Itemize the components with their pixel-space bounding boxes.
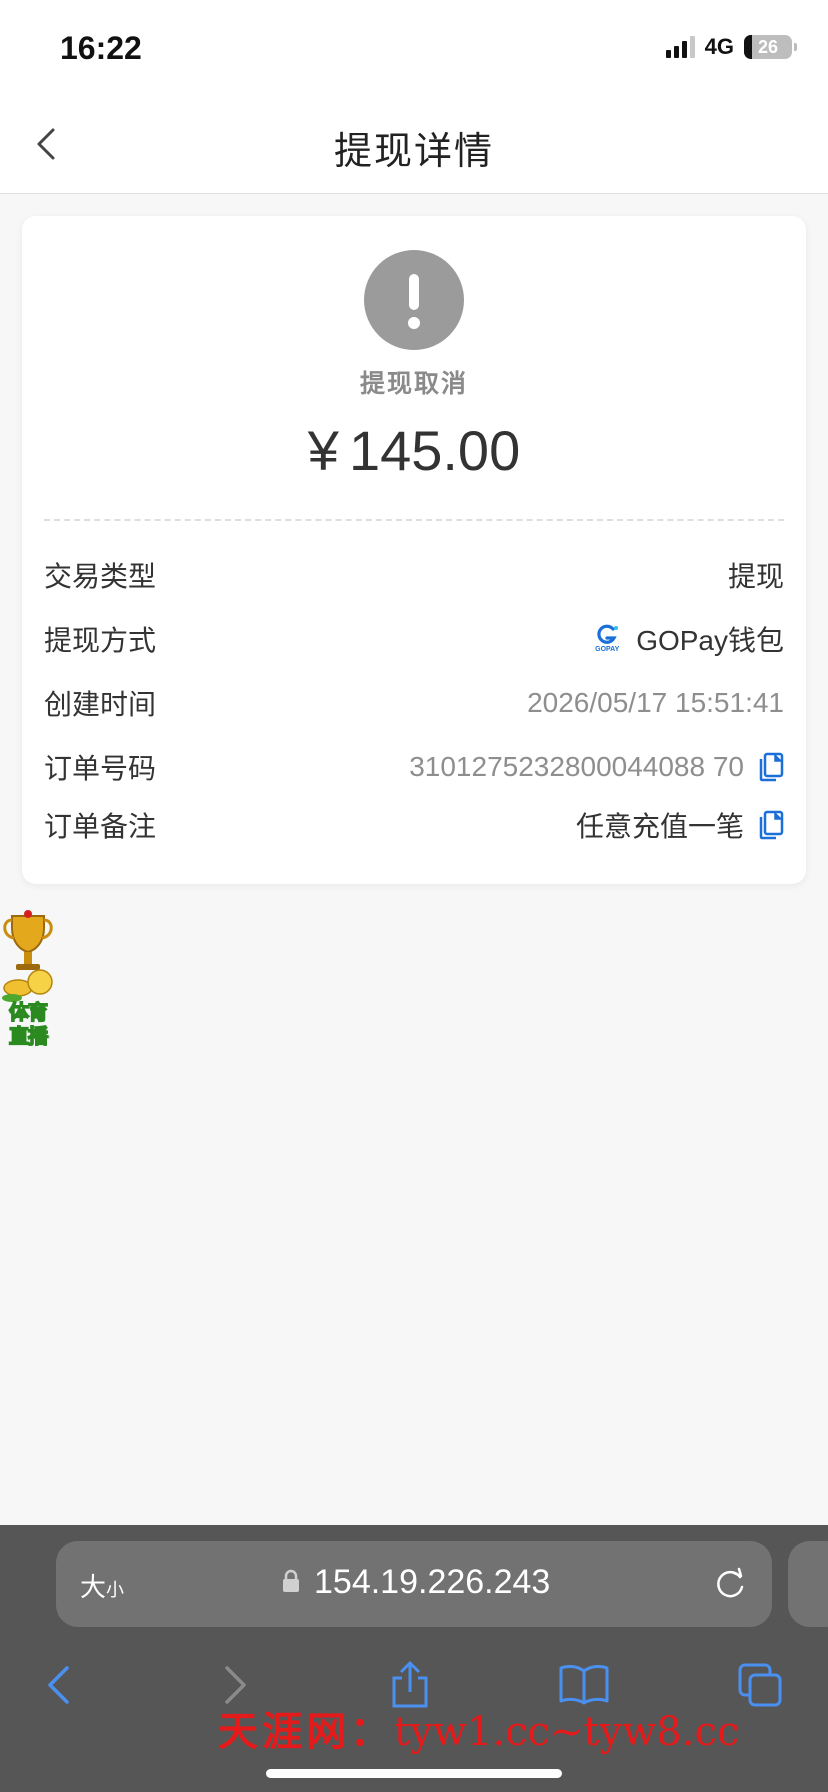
browser-toolbar: 大小 154.19.226.243 天涯网：tyw1.cc~tyw8.cc (0, 1525, 828, 1792)
row-value: 3101275232800044088 70 (409, 751, 784, 783)
gopay-logo-icon: GOPAY (594, 624, 620, 654)
row-value: 提现 (727, 560, 784, 593)
row-transaction-type: 交易类型 提现 (44, 553, 784, 597)
nav-bar: 提现详情 (0, 96, 828, 194)
copy-order-number-button[interactable] (758, 752, 784, 782)
lock-icon (283, 1569, 299, 1592)
tabs-icon (738, 1663, 782, 1707)
trophy-icon (2, 910, 53, 1002)
reload-icon[interactable] (712, 1563, 748, 1603)
copy-icon (759, 810, 784, 840)
row-label: 创建时间 (44, 688, 157, 721)
url-text: 154.19.226.243 (314, 1563, 551, 1601)
home-indicator[interactable] (266, 1769, 562, 1778)
network-label: 4G (704, 34, 734, 59)
row-withdraw-method: 提现方式 GOPAY GOPay钱包 (44, 617, 784, 661)
currency-symbol: ¥ (307, 419, 339, 482)
row-label: 订单备注 (44, 810, 157, 843)
watermark-en: tyw1.cc~tyw8.cc (394, 1709, 740, 1755)
address-bar[interactable]: 大小 154.19.226.243 (56, 1541, 772, 1627)
battery-icon: 26 (744, 35, 797, 59)
status-bar: 16:22 4G 26 (0, 0, 828, 96)
signal-icon (665, 36, 695, 58)
order-number-text: 3101275232800044088 70 (409, 751, 744, 782)
browser-back-button[interactable] (28, 1655, 88, 1715)
row-created-time: 创建时间 2026/05/17 15:51:41 (44, 681, 784, 725)
withdrawal-detail-card: 提现取消 ¥145.00 交易类型 提现 提现方式 GOPAY GOPay钱包 … (22, 216, 806, 884)
row-value: GOPAY GOPay钱包 (594, 619, 784, 659)
back-arrow-icon (48, 1666, 69, 1704)
text-size-big: 大 (80, 1573, 107, 1603)
amount: ¥145.00 (22, 418, 806, 483)
row-order-note: 订单备注 任意充值一笔 (44, 803, 784, 847)
row-label: 订单号码 (44, 752, 157, 785)
row-label: 交易类型 (44, 560, 157, 593)
next-tab-preview[interactable] (788, 1541, 828, 1627)
badge-line-1: 体育 (8, 999, 49, 1025)
copy-order-note-button[interactable] (758, 810, 784, 840)
order-note-text: 任意充值一笔 (575, 810, 744, 843)
row-order-number: 订单号码 3101275232800044088 70 (44, 745, 784, 789)
copy-icon (759, 752, 784, 782)
page-title: 提现详情 (333, 129, 494, 173)
exclamation-icon (364, 250, 464, 350)
row-label: 提现方式 (44, 624, 157, 657)
gopay-caption: GOPAY (595, 646, 620, 653)
badge-line-2: 直播 (8, 1023, 49, 1049)
text-size-button[interactable]: 大小 (80, 1567, 124, 1604)
row-value: 2026/05/17 15:51:41 (527, 687, 784, 718)
divider (44, 519, 784, 521)
withdraw-method-text: GOPay钱包 (636, 625, 784, 656)
battery-level: 26 (757, 36, 779, 57)
row-value: 任意充值一笔 (576, 805, 784, 845)
watermark: 天涯网：tyw1.cc~tyw8.cc (218, 1699, 739, 1757)
status-time: 16:22 (60, 30, 142, 66)
sports-live-floating-badge[interactable]: 体育 直播 (0, 910, 56, 1054)
badge-text: 体育 直播 (0, 999, 56, 1049)
status-indicators: 4G 26 (665, 34, 797, 60)
status-text: 提现取消 (359, 369, 468, 398)
amount-value: 145.00 (348, 419, 521, 482)
watermark-cn: 天涯网： (218, 1708, 394, 1755)
text-size-small: 小 (106, 1580, 125, 1601)
